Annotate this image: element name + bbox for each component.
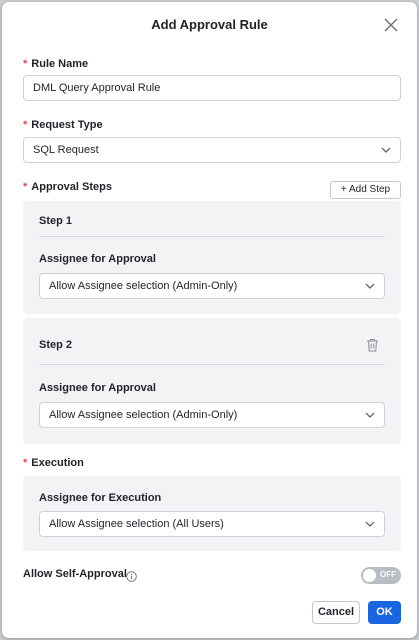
add-approval-rule-dialog: Add Approval Rule *Rule Name *Request Ty… xyxy=(2,2,417,638)
assignee-execution-select[interactable]: Allow Assignee selection (All Users) xyxy=(39,511,385,537)
step-title: Step 2 xyxy=(39,339,73,351)
trash-icon[interactable] xyxy=(366,338,379,352)
toggle-knob xyxy=(363,569,376,582)
approval-step-panel: Step 1 Assignee for Approval Allow Assig… xyxy=(23,201,401,314)
add-step-button[interactable]: + Add Step xyxy=(330,181,401,199)
rule-name-input[interactable] xyxy=(23,75,401,101)
chevron-down-icon xyxy=(365,521,375,527)
info-icon[interactable] xyxy=(126,571,137,582)
request-type-label: * Request Type xyxy=(23,119,103,131)
chevron-down-icon xyxy=(365,412,375,418)
required-mark: * xyxy=(23,181,28,193)
assignee-approval-select[interactable]: Allow Assignee selection (Admin-Only) xyxy=(39,273,385,299)
self-approval-toggle[interactable]: OFF xyxy=(361,567,401,584)
request-type-value: SQL Request xyxy=(33,144,99,156)
self-approval-label: Allow Self-Approval xyxy=(23,568,127,580)
approval-steps-label: * Approval Steps xyxy=(23,181,112,193)
divider xyxy=(39,364,385,365)
assignee-for-approval-label: Assignee for Approval xyxy=(39,382,156,394)
toggle-state-text: OFF xyxy=(380,570,396,579)
ok-button[interactable]: OK xyxy=(368,601,401,624)
close-icon[interactable] xyxy=(383,17,399,33)
required-mark: * xyxy=(23,58,28,70)
execution-label: * Execution xyxy=(23,457,84,469)
request-type-select[interactable]: SQL Request xyxy=(23,137,401,163)
execution-panel: Assignee for Execution Allow Assignee se… xyxy=(23,476,401,551)
rule-name-label: * Rule Name xyxy=(23,58,89,70)
assignee-execution-value: Allow Assignee selection (All Users) xyxy=(49,518,224,530)
dialog-title: Add Approval Rule xyxy=(151,17,268,32)
assignee-approval-value: Allow Assignee selection (Admin-Only) xyxy=(49,280,238,292)
cancel-button[interactable]: Cancel xyxy=(312,601,360,624)
step-title: Step 1 xyxy=(39,215,73,227)
assignee-approval-value: Allow Assignee selection (Admin-Only) xyxy=(49,409,238,421)
assignee-for-approval-label: Assignee for Approval xyxy=(39,253,156,265)
chevron-down-icon xyxy=(365,283,375,289)
assignee-approval-select[interactable]: Allow Assignee selection (Admin-Only) xyxy=(39,402,385,428)
divider xyxy=(39,236,385,237)
assignee-for-execution-label: Assignee for Execution xyxy=(39,492,162,504)
approval-step-panel: Step 2 Assignee for Approval Allow Assig… xyxy=(23,318,401,444)
required-mark: * xyxy=(23,119,28,131)
chevron-down-icon xyxy=(381,147,391,153)
required-mark: * xyxy=(23,457,28,469)
